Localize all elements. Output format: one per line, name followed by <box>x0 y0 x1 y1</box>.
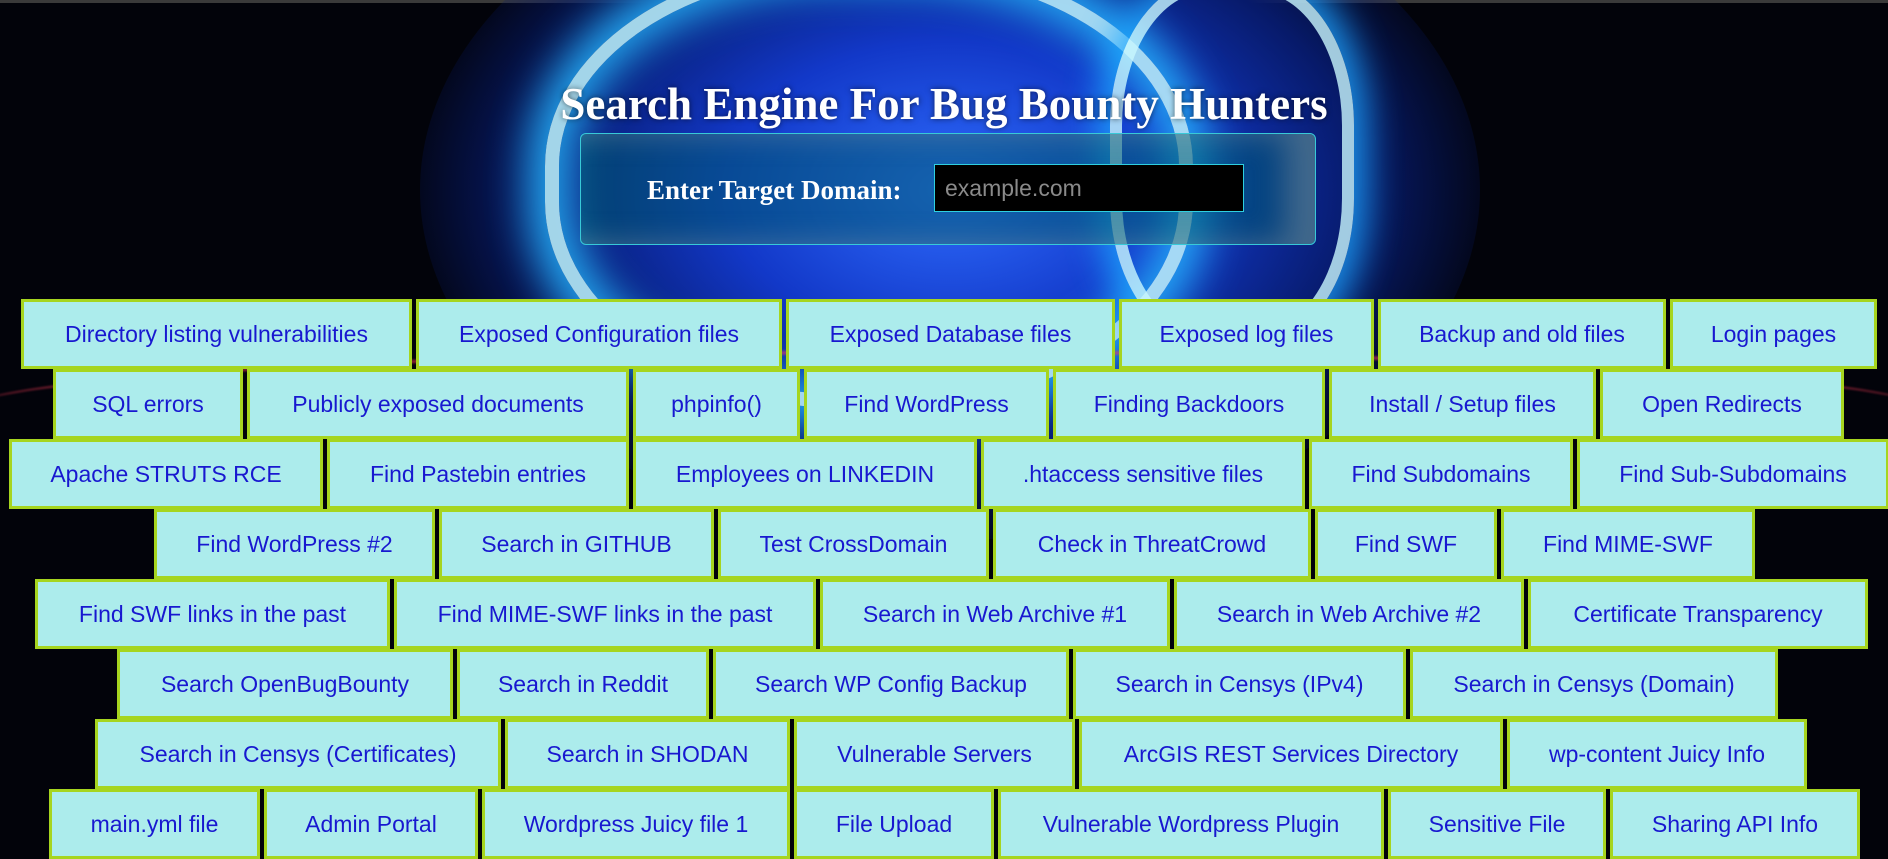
dork-button[interactable]: phpinfo() <box>633 369 800 439</box>
dork-button[interactable]: Test CrossDomain <box>718 509 989 579</box>
dork-row-5: Find SWF links in the past Find MIME-SWF… <box>33 579 1870 649</box>
dork-button[interactable]: File Upload <box>794 789 994 859</box>
dork-button[interactable]: Search in Censys (Certificates) <box>95 719 501 789</box>
dork-button[interactable]: Find Subdomains <box>1309 439 1573 509</box>
dork-button[interactable]: Exposed Configuration files <box>416 299 782 369</box>
dork-button[interactable]: Search in GITHUB <box>439 509 714 579</box>
target-domain-input[interactable] <box>934 164 1244 212</box>
dork-button[interactable]: Find SWF <box>1315 509 1497 579</box>
dork-button[interactable]: Apache STRUTS RCE <box>9 439 323 509</box>
dork-button[interactable]: Search in Web Archive #2 <box>1174 579 1524 649</box>
dork-button[interactable]: Search in Web Archive #1 <box>820 579 1170 649</box>
dork-button[interactable]: Find Sub-Subdomains <box>1577 439 1888 509</box>
dork-button[interactable]: Finding Backdoors <box>1053 369 1325 439</box>
search-panel: Enter Target Domain: <box>580 133 1316 245</box>
dork-row-8: main.yml file Admin Portal Wordpress Jui… <box>47 789 1862 859</box>
dork-button[interactable]: Publicly exposed documents <box>247 369 629 439</box>
dork-button[interactable]: Find MIME-SWF links in the past <box>394 579 816 649</box>
dork-row-2: SQL errors Publicly exposed documents ph… <box>51 369 1846 439</box>
dork-button[interactable]: Directory listing vulnerabilities <box>21 299 412 369</box>
dork-button[interactable]: Vulnerable Servers <box>794 719 1075 789</box>
dork-row-7: Search in Censys (Certificates) Search i… <box>93 719 1809 789</box>
dork-button[interactable]: Search in Censys (IPv4) <box>1073 649 1406 719</box>
dork-button[interactable]: Install / Setup files <box>1329 369 1596 439</box>
dork-button[interactable]: Search in Reddit <box>457 649 709 719</box>
dork-button[interactable]: Sensitive File <box>1388 789 1606 859</box>
dork-row-4: Find WordPress #2 Search in GITHUB Test … <box>152 509 1757 579</box>
dork-button[interactable]: .htaccess sensitive files <box>981 439 1305 509</box>
page-title: Search Engine For Bug Bounty Hunters <box>560 79 1328 129</box>
dork-button[interactable]: Backup and old files <box>1378 299 1666 369</box>
dork-button[interactable]: Open Redirects <box>1600 369 1844 439</box>
dork-button[interactable]: Find SWF links in the past <box>35 579 390 649</box>
target-domain-label: Enter Target Domain: <box>647 175 902 205</box>
dork-button[interactable]: Search in SHODAN <box>505 719 790 789</box>
dork-button[interactable]: Wordpress Juicy file 1 <box>482 789 790 859</box>
dork-button[interactable]: Sharing API Info <box>1610 789 1860 859</box>
dork-button[interactable]: Search OpenBugBounty <box>117 649 453 719</box>
dork-button[interactable]: Exposed Database files <box>786 299 1115 369</box>
dork-row-1: Directory listing vulnerabilities Expose… <box>19 299 1879 369</box>
dork-button[interactable]: Find WordPress <box>804 369 1049 439</box>
dork-button[interactable]: Admin Portal <box>264 789 478 859</box>
dork-button[interactable]: main.yml file <box>49 789 260 859</box>
dork-button[interactable]: Search WP Config Backup <box>713 649 1069 719</box>
dork-row-6: Search OpenBugBounty Search in Reddit Se… <box>115 649 1780 719</box>
dork-button[interactable]: Find WordPress #2 <box>154 509 435 579</box>
dork-button[interactable]: Find MIME-SWF <box>1501 509 1755 579</box>
dork-button[interactable]: wp-content Juicy Info <box>1507 719 1807 789</box>
dork-button[interactable]: Login pages <box>1670 299 1877 369</box>
dork-button[interactable]: Exposed log files <box>1119 299 1374 369</box>
dork-button[interactable]: Check in ThreatCrowd <box>993 509 1311 579</box>
dork-button[interactable]: Search in Censys (Domain) <box>1410 649 1778 719</box>
dork-button[interactable]: Vulnerable Wordpress Plugin <box>998 789 1384 859</box>
dork-button[interactable]: Employees on LINKEDIN <box>633 439 977 509</box>
dork-button[interactable]: SQL errors <box>53 369 243 439</box>
dork-button[interactable]: Find Pastebin entries <box>327 439 629 509</box>
dork-button[interactable]: Certificate Transparency <box>1528 579 1868 649</box>
dork-row-3: Apache STRUTS RCE Find Pastebin entries … <box>7 439 1888 509</box>
dork-button[interactable]: ArcGIS REST Services Directory <box>1079 719 1503 789</box>
